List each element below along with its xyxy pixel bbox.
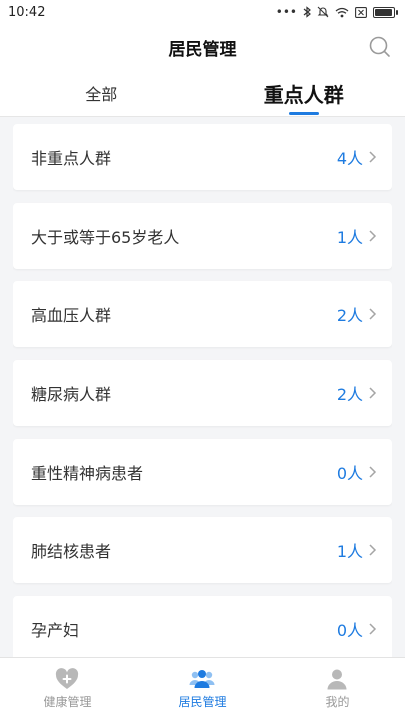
list-item[interactable]: 非重点人群 4人 — [13, 124, 392, 190]
nav-label: 居民管理 — [178, 695, 227, 709]
tab-bar: 全部 重点人群 — [0, 70, 405, 117]
mute-bell-icon — [317, 6, 329, 18]
group-list: 非重点人群 4人 大于或等于65岁老人 1人 高血压人群 2人 糖尿病人群 2人… — [13, 124, 392, 657]
battery-icon — [373, 6, 398, 18]
chevron-right-icon — [369, 230, 377, 242]
nav-label: 我的 — [325, 695, 350, 709]
chevron-right-icon — [369, 151, 377, 163]
page-title: 居民管理 — [168, 39, 237, 60]
more-dots-icon: ••• — [275, 5, 297, 19]
group-label: 重性精神病患者 — [31, 464, 144, 483]
active-tab-indicator — [288, 112, 319, 115]
group-label: 糖尿病人群 — [31, 385, 112, 404]
group-label: 肺结核患者 — [31, 542, 112, 561]
chevron-right-icon — [369, 544, 377, 556]
health-heart-icon — [56, 668, 79, 689]
app-header: 居民管理 — [0, 24, 405, 70]
status-icons: ••• — [275, 5, 398, 19]
group-label: 非重点人群 — [31, 149, 112, 168]
nav-label: 健康管理 — [43, 695, 92, 709]
tab-all[interactable]: 全部 — [0, 70, 203, 116]
list-item[interactable]: 大于或等于65岁老人 1人 — [13, 203, 392, 269]
nav-resident-management[interactable]: 居民管理 — [135, 658, 270, 720]
group-label: 大于或等于65岁老人 — [31, 228, 180, 247]
group-count: 0人 — [336, 464, 363, 483]
tab-label: 全部 — [85, 85, 118, 104]
list-item[interactable]: 孕产妇 0人 — [13, 596, 392, 657]
group-count: 1人 — [336, 542, 363, 561]
tab-key-groups[interactable]: 重点人群 — [203, 70, 405, 116]
bluetooth-icon — [303, 6, 311, 18]
chevron-right-icon — [369, 466, 377, 478]
wifi-icon — [335, 7, 349, 17]
nav-health-management[interactable]: 健康管理 — [0, 658, 135, 720]
group-count: 2人 — [336, 306, 363, 325]
group-count: 4人 — [336, 149, 363, 168]
residents-icon — [189, 670, 215, 688]
group-label: 孕产妇 — [31, 621, 80, 640]
group-label: 高血压人群 — [31, 306, 112, 325]
group-count: 2人 — [336, 385, 363, 404]
chevron-right-icon — [369, 623, 377, 635]
search-button[interactable] — [367, 34, 393, 60]
status-bar: 10:42 ••• — [0, 0, 405, 24]
search-icon — [369, 36, 390, 57]
group-count: 0人 — [336, 621, 363, 640]
group-count: 1人 — [336, 228, 363, 247]
status-time: 10:42 — [8, 4, 46, 20]
list-item[interactable]: 糖尿病人群 2人 — [13, 360, 392, 426]
tab-label: 重点人群 — [263, 82, 344, 107]
profile-icon — [327, 669, 347, 690]
nav-mine[interactable]: 我的 — [270, 658, 405, 720]
chevron-right-icon — [369, 308, 377, 320]
bottom-navigation: 健康管理 居民管理 我的 — [0, 657, 405, 720]
list-item[interactable]: 重性精神病患者 0人 — [13, 439, 392, 505]
list-item[interactable]: 高血压人群 2人 — [13, 281, 392, 347]
no-sim-icon — [355, 6, 367, 18]
chevron-right-icon — [369, 387, 377, 399]
list-item[interactable]: 肺结核患者 1人 — [13, 517, 392, 583]
